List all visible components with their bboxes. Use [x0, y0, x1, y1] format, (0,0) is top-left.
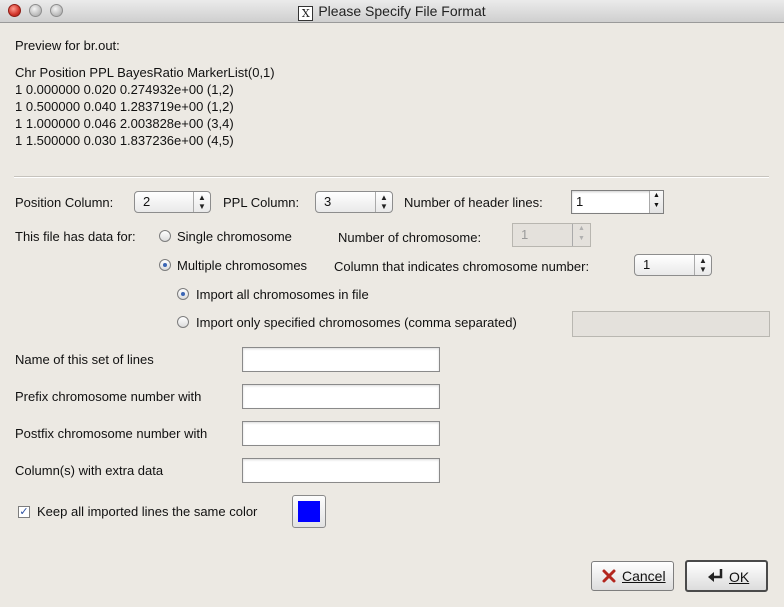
window-title-container: X Please Specify File Format — [0, 3, 784, 21]
multiple-chromosomes-radio[interactable] — [159, 259, 171, 271]
checkmark-icon: ✓ — [19, 506, 29, 518]
number-of-chromosome-spinner[interactable]: 1 ▲ ▼ — [512, 223, 591, 247]
number-of-chromosome-label: Number of chromosome: — [338, 230, 482, 245]
ppl-column-value: 3 — [324, 194, 332, 209]
updown-arrows-icon: ▲ ▼ — [193, 192, 210, 212]
x11-icon: X — [298, 6, 314, 21]
postfix-input[interactable] — [242, 421, 440, 446]
data-for-label: This file has data for: — [15, 229, 136, 244]
position-column-value: 2 — [143, 194, 151, 209]
import-all-radio[interactable] — [177, 288, 189, 300]
header-lines-label: Number of header lines: — [404, 195, 543, 210]
window-title: Please Specify File Format — [318, 3, 486, 19]
x-icon — [602, 569, 616, 583]
set-name-label: Name of this set of lines — [15, 352, 154, 367]
preview-line: 1 1.000000 0.046 2.003828e+00 (3,4) — [15, 116, 234, 131]
chromosome-column-label: Column that indicates chromosome number: — [334, 259, 590, 274]
separator — [14, 176, 769, 178]
prefix-input[interactable] — [242, 384, 440, 409]
same-color-label[interactable]: Keep all imported lines the same color — [37, 504, 257, 519]
extra-data-label: Column(s) with extra data — [15, 463, 164, 478]
header-lines-spinner[interactable]: 1 ▲ ▼ — [571, 190, 664, 214]
import-specified-radio[interactable] — [177, 316, 189, 328]
postfix-label: Postfix chromosome number with — [15, 426, 208, 441]
position-column-select[interactable]: 2 ▲ ▼ — [134, 191, 211, 213]
specified-chromosomes-input[interactable] — [572, 311, 770, 337]
ok-label: OK — [729, 569, 750, 585]
spinner-arrows-icon[interactable]: ▲ ▼ — [649, 191, 663, 213]
single-chromosome-label[interactable]: Single chromosome — [177, 229, 292, 244]
extra-data-input[interactable] — [242, 458, 440, 483]
prefix-label: Prefix chromosome number with — [15, 389, 202, 404]
single-chromosome-radio[interactable] — [159, 230, 171, 242]
preview-line: 1 1.500000 0.030 1.837236e+00 (4,5) — [15, 133, 234, 148]
ppl-column-select[interactable]: 3 ▲ ▼ — [315, 191, 393, 213]
preview-line: 1 0.000000 0.020 0.274932e+00 (1,2) — [15, 82, 234, 97]
return-arrow-icon — [708, 569, 723, 582]
cancel-label: Cancel — [622, 568, 666, 584]
preview-label: Preview for br.out: — [15, 38, 120, 53]
number-of-chromosome-value: 1 — [521, 227, 529, 242]
set-name-input[interactable] — [242, 347, 440, 372]
spinner-arrows-icon: ▲ ▼ — [572, 224, 590, 246]
updown-arrows-icon: ▲ ▼ — [694, 255, 711, 275]
chromosome-column-select[interactable]: 1 ▲ ▼ — [634, 254, 712, 276]
chromosome-column-value: 1 — [643, 257, 651, 272]
header-lines-value: 1 — [576, 194, 584, 209]
title-bar: X Please Specify File Format — [0, 0, 784, 23]
ppl-column-label: PPL Column: — [223, 195, 300, 210]
multiple-chromosomes-label[interactable]: Multiple chromosomes — [177, 258, 307, 273]
color-picker-button[interactable] — [292, 495, 326, 528]
preview-line: 1 0.500000 0.040 1.283719e+00 (1,2) — [15, 99, 234, 114]
import-specified-label[interactable]: Import only specified chromosomes (comma… — [196, 315, 517, 330]
updown-arrows-icon: ▲ ▼ — [375, 192, 392, 212]
preview-line: Chr Position PPL BayesRatio MarkerList(0… — [15, 65, 275, 80]
same-color-checkbox[interactable]: ✓ — [18, 506, 30, 518]
cancel-button[interactable]: Cancel — [591, 561, 674, 591]
color-swatch — [298, 501, 320, 522]
import-all-label[interactable]: Import all chromosomes in file — [196, 287, 369, 302]
ok-button[interactable]: OK — [685, 560, 768, 592]
position-column-label: Position Column: — [15, 195, 114, 210]
